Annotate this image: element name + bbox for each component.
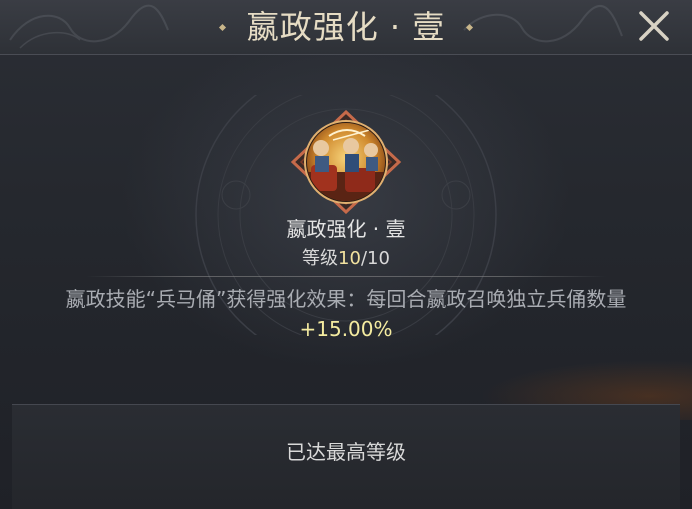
skill-name: 嬴政强化 · 壹 xyxy=(286,217,406,241)
max-level-status: 已达最高等级 xyxy=(286,440,406,464)
section-divider xyxy=(86,276,606,277)
title-dot-left xyxy=(218,23,226,31)
description-text: 嬴政技能“兵马俑”获得强化效果：每回合嬴政召唤独立兵俑数量 xyxy=(65,287,627,311)
description-value: +15.00% xyxy=(299,317,393,341)
dialog-header: 嬴政强化 · 壹 xyxy=(0,0,692,55)
close-icon xyxy=(639,11,669,41)
level-current: 10 xyxy=(338,248,361,269)
title-dot-right xyxy=(466,23,474,31)
level-prefix: 等级 xyxy=(302,248,339,269)
skill-icon-frame xyxy=(289,109,403,215)
dialog-title: 嬴政强化 · 壹 xyxy=(246,8,446,46)
enhancement-dialog: 嬴政强化 · 壹 嬴政强化 · 壹 等级10/10 嬴政技能“兵马俑”获得强化效… xyxy=(0,0,692,509)
skill-description: 嬴政技能“兵马俑”获得强化效果：每回合嬴政召唤独立兵俑数量 +15.00% xyxy=(20,284,672,344)
archer-warriors-icon xyxy=(290,109,402,215)
level-max: 10 xyxy=(367,248,390,269)
skill-level: 等级10/10 xyxy=(0,244,692,270)
close-button[interactable] xyxy=(630,4,678,48)
